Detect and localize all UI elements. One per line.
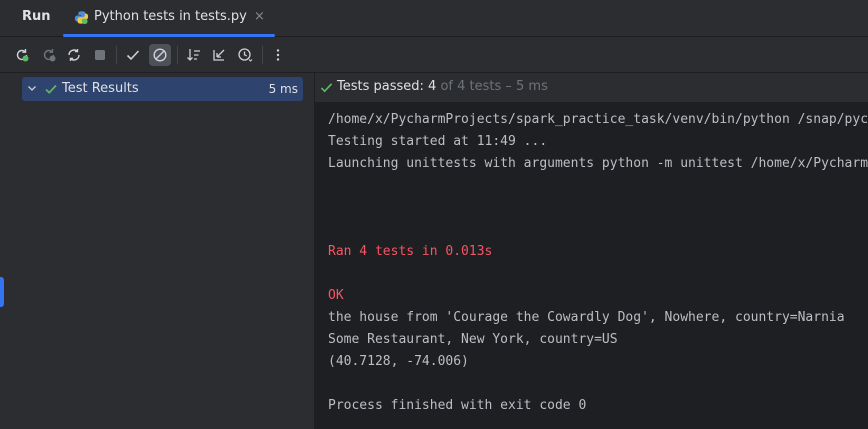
- tab-python-tests[interactable]: Python tests in tests.py ×: [63, 0, 275, 37]
- console-line: (40.7128, -74.006): [328, 354, 469, 369]
- toolbar-divider: [116, 46, 117, 64]
- tool-window-header: Run Python tests in tests.py ×: [0, 0, 868, 37]
- status-suffix: of 4 tests – 5 ms: [436, 79, 548, 94]
- python-tests-icon: [74, 11, 89, 25]
- tree-item-label: Test Results: [62, 81, 139, 96]
- show-passed-icon: [126, 50, 140, 61]
- stop-icon: [95, 50, 105, 60]
- sort-alphabetically-icon: [187, 49, 200, 61]
- toggle-auto-test-icon: [68, 49, 80, 61]
- rerun-button[interactable]: [11, 44, 33, 66]
- show-passed-button[interactable]: [122, 44, 144, 66]
- run-title: Run: [22, 9, 51, 24]
- console-line: OK: [328, 288, 344, 303]
- toolbar-divider: [177, 46, 178, 64]
- test-status-text: Tests passed: 4 of 4 tests – 5 ms: [337, 79, 548, 94]
- run-tool-window: Run Python tests in tests.py × Test Resu…: [0, 0, 868, 429]
- side-panel-indicator[interactable]: [0, 277, 4, 307]
- test-status-bar: Tests passed: 4 of 4 tests – 5 ms: [315, 73, 868, 103]
- tree-item-duration: 5 ms: [268, 82, 298, 96]
- show-ignored-icon: [153, 48, 167, 62]
- toolbar-divider: [262, 46, 263, 64]
- console-line: Launching unittests with arguments pytho…: [328, 156, 868, 171]
- passed-check-icon: [320, 83, 333, 93]
- stop-button[interactable]: [89, 44, 111, 66]
- tree-item-test-results[interactable]: Test Results 5 ms: [22, 77, 303, 101]
- console-line: Ran 4 tests in 0.013s: [328, 244, 493, 259]
- tab-label: Python tests in tests.py: [94, 9, 247, 24]
- console-pane: Tests passed: 4 of 4 tests – 5 ms /home/…: [315, 73, 868, 429]
- sort-by-duration-icon: [238, 48, 253, 62]
- status-prefix: Tests passed:: [337, 79, 429, 94]
- sort-by-duration-button[interactable]: [234, 44, 256, 66]
- run-toolbar: [0, 37, 868, 73]
- test-tree-pane: Test Results 5 ms: [10, 73, 315, 429]
- passed-check-icon: [45, 84, 57, 94]
- chevron-down-icon[interactable]: [26, 82, 38, 94]
- console-line: Process finished with exit code 0: [328, 398, 587, 413]
- collapse-all-icon: [213, 49, 225, 61]
- rerun-icon: [16, 49, 29, 62]
- console-output[interactable]: /home/x/PycharmProjects/spark_practice_t…: [328, 109, 868, 417]
- sort-alphabetically-button[interactable]: [183, 44, 205, 66]
- console-line: Some Restaurant, New York, country=US: [328, 332, 618, 347]
- console-line: Testing started at 11:49 ...: [328, 134, 548, 149]
- close-icon[interactable]: ×: [254, 9, 265, 24]
- console-line: the house from 'Courage the Cowardly Dog…: [328, 310, 845, 325]
- more-options-button[interactable]: [267, 44, 289, 66]
- show-ignored-button[interactable]: [149, 44, 171, 66]
- collapse-all-button[interactable]: [208, 44, 230, 66]
- rerun-failed-button[interactable]: [38, 44, 60, 66]
- toggle-auto-test-button[interactable]: [63, 44, 85, 66]
- rerun-failed-icon: [43, 49, 56, 62]
- console-line: /home/x/PycharmProjects/spark_practice_t…: [328, 112, 868, 127]
- more-options-icon: [276, 49, 280, 61]
